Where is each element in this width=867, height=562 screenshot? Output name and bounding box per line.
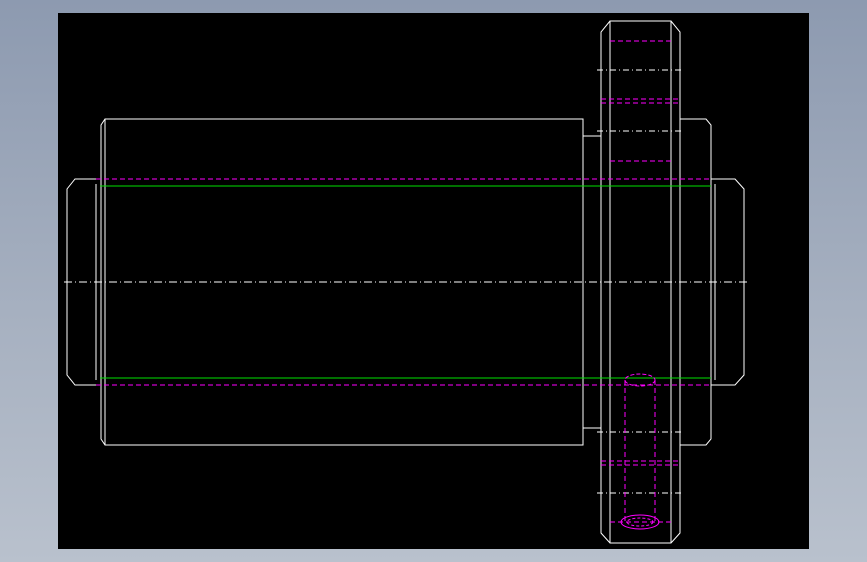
- cad-drawing-area[interactable]: [58, 13, 809, 549]
- cad-drawing: [64, 20, 748, 544]
- pin-hole: [620, 373, 660, 530]
